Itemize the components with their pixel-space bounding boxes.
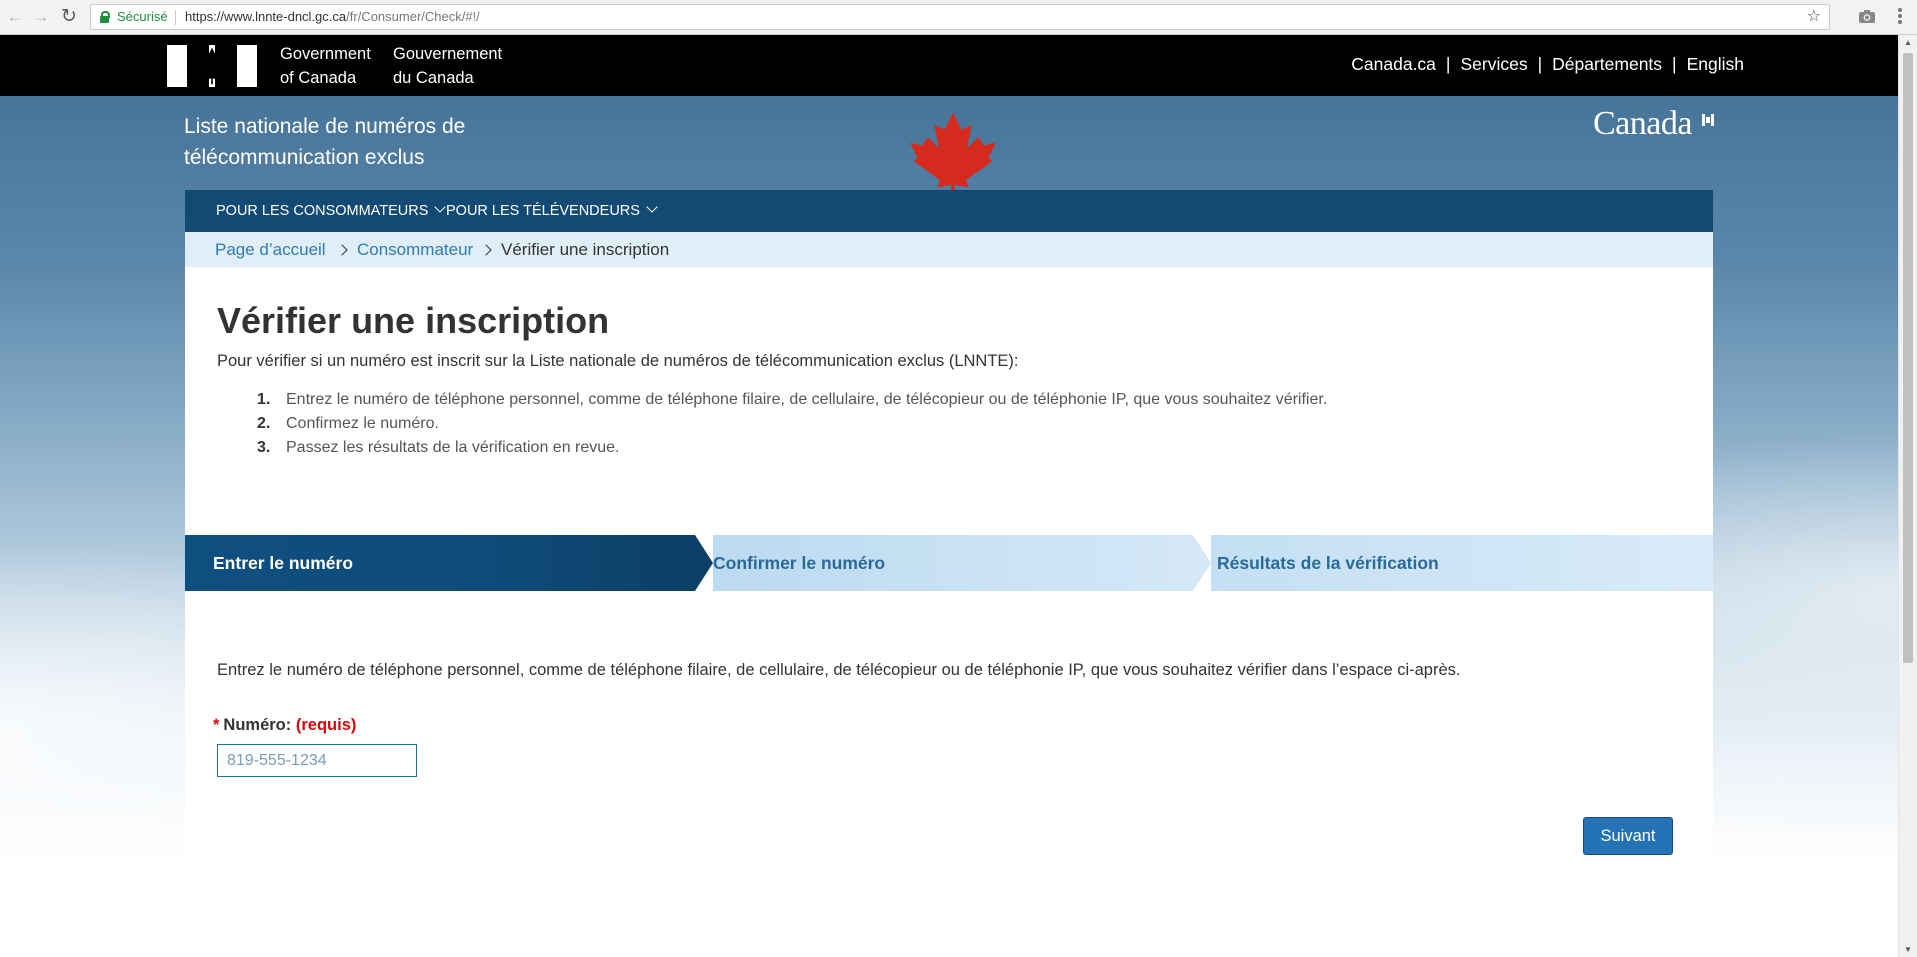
- required-asterisk: *: [213, 716, 220, 734]
- address-bar[interactable]: Sécurisé https://www.lnnte-dncl.gc.ca/fr…: [90, 4, 1830, 30]
- browser-menu-icon[interactable]: [1890, 6, 1910, 28]
- nav-televendeurs[interactable]: POUR LES TÉLÉVENDEURS: [446, 190, 658, 232]
- field-label-text: Numéro:: [223, 716, 292, 734]
- address-separator: [175, 10, 176, 25]
- scroll-up-arrow-icon[interactable]: ▲: [1899, 38, 1917, 47]
- menu-separator: |: [1445, 54, 1451, 74]
- canada-flag-icon[interactable]: [167, 45, 257, 87]
- gc-name-en-line1: Government: [280, 45, 371, 63]
- progress-wizard: Entrer le numéro Confirmer le numéro Rés…: [185, 535, 1713, 591]
- url-host: https://www.lnnte-dncl.gc.ca: [185, 9, 347, 24]
- site-title[interactable]: Liste nationale de numéros de télécommun…: [184, 111, 524, 173]
- site-title-line1: Liste nationale de numéros de: [184, 115, 466, 138]
- url-text[interactable]: https://www.lnnte-dncl.gc.ca/fr/Consumer…: [185, 5, 480, 29]
- camera-icon[interactable]: [1858, 7, 1876, 25]
- wizard-arrow: [1193, 535, 1211, 591]
- wizard-step-label: Entrer le numéro: [213, 553, 354, 573]
- step-number: 3.: [257, 439, 271, 456]
- phone-field-label: * Numéro: (requis): [213, 716, 356, 735]
- chevron-right-icon: [480, 244, 492, 256]
- language-toggle-link[interactable]: English: [1687, 54, 1744, 74]
- main-content: Vérifier une inscription Pour vérifier s…: [185, 267, 1713, 957]
- nav-consommateurs-label: POUR LES CONSOMMATEURS: [216, 203, 429, 219]
- breadcrumb-current: Vérifier une inscription: [501, 240, 670, 259]
- step-text: Confirmez le numéro.: [286, 415, 439, 432]
- chevron-right-icon: [336, 244, 348, 256]
- red-maple-leaf-icon: [910, 112, 996, 195]
- wordmark-flag-icon: [1702, 114, 1714, 126]
- intro-text: Pour vérifier si un numéro est inscrit s…: [217, 352, 1019, 370]
- scroll-down-arrow-icon[interactable]: ▼: [1899, 945, 1917, 954]
- wizard-step-label: Résultats de la vérification: [1217, 553, 1439, 573]
- phone-number-input[interactable]: [217, 744, 417, 777]
- list-item: 3. Passez les résultats de la vérificatio…: [217, 436, 1327, 460]
- url-path: /fr/Consumer/Check/#!/: [346, 9, 480, 24]
- secure-label: Sécurisé: [117, 9, 168, 24]
- bookmark-star-icon[interactable]: ☆: [1807, 5, 1821, 29]
- list-item: 2. Confirmez le numéro.: [217, 412, 1327, 436]
- back-icon[interactable]: ←: [4, 6, 26, 28]
- breadcrumb: Page d’accueil Consommateur Vérifier une…: [185, 232, 1713, 267]
- maple-leaf-icon: [193, 47, 231, 85]
- step-number: 1.: [257, 391, 271, 408]
- gc-name-fr-line1: Gouvernement: [393, 45, 503, 63]
- gc-name-fr-line2: du Canada: [393, 69, 474, 87]
- wizard-step-resultats: Résultats de la vérification: [1211, 535, 1713, 591]
- page-scrollbar[interactable]: ▲ ▼: [1898, 35, 1917, 957]
- gc-name-english[interactable]: Government of Canada: [280, 42, 371, 90]
- page-viewport: Government of Canada Gouvernement du Can…: [0, 35, 1898, 957]
- page-title: Vérifier une inscription: [217, 300, 610, 341]
- list-item: 1. Entrez le numéro de téléphone personne…: [217, 388, 1327, 412]
- step-text: Entrez le numéro de téléphone personnel,…: [286, 391, 1328, 408]
- menu-link-services[interactable]: Services: [1460, 54, 1527, 74]
- wizard-step-label: Confirmer le numéro: [713, 553, 886, 573]
- menu-separator: |: [1672, 54, 1677, 74]
- wizard-step-entrer: Entrer le numéro: [185, 535, 695, 591]
- reload-icon[interactable]: ↻: [58, 6, 80, 28]
- lock-icon: [100, 11, 110, 23]
- canada-wordmark: Canada: [1593, 105, 1692, 142]
- gc-name-french[interactable]: Gouvernement du Canada: [393, 42, 502, 90]
- chevron-down-icon: [646, 201, 658, 213]
- main-navigation: POUR LES CONSOMMATEURS POUR LES TÉLÉVEND…: [185, 190, 1713, 232]
- form-instructions: Entrez le numéro de téléphone personnel,…: [217, 661, 1461, 679]
- next-button[interactable]: Suivant: [1583, 817, 1673, 855]
- gc-name-en-line2: of Canada: [280, 69, 357, 87]
- menu-separator: |: [1537, 54, 1543, 74]
- scrollbar-thumb[interactable]: [1903, 53, 1913, 663]
- nav-televendeurs-label: POUR LES TÉLÉVENDEURS: [446, 203, 640, 219]
- menu-link-canada-ca[interactable]: Canada.ca: [1351, 54, 1436, 74]
- breadcrumb-home-link[interactable]: Page d’accueil: [215, 232, 326, 267]
- nav-consommateurs[interactable]: POUR LES CONSOMMATEURS: [216, 190, 447, 232]
- site-title-line2: télécommunication exclus: [184, 146, 425, 169]
- step-text: Passez les résultats de la vérification …: [286, 439, 620, 456]
- chevron-down-icon: [434, 201, 447, 213]
- wizard-step-confirmer: Confirmer le numéro: [713, 535, 1193, 591]
- steps-list: 1. Entrez le numéro de téléphone personne…: [217, 388, 1327, 460]
- gc-header: Government of Canada Gouvernement du Can…: [0, 35, 1898, 96]
- menu-link-departements[interactable]: Départements: [1552, 54, 1662, 74]
- browser-toolbar: ← → ↻ Sécurisé https://www.lnnte-dncl.gc…: [0, 0, 1917, 35]
- wizard-arrow: [695, 535, 713, 591]
- required-indicator: (requis): [295, 716, 357, 734]
- gc-top-menu: Canada.ca | Services | Départements | English: [1351, 54, 1744, 75]
- breadcrumb-consommateur-link[interactable]: Consommateur: [357, 232, 473, 267]
- forward-icon[interactable]: →: [30, 6, 52, 28]
- step-number: 2.: [257, 415, 271, 432]
